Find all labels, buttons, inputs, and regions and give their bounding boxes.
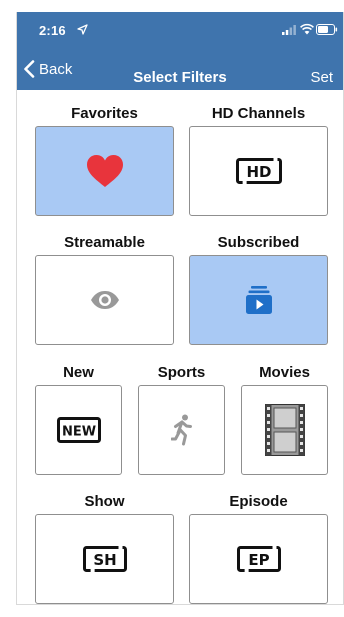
filter-label-new: New bbox=[63, 364, 94, 381]
filter-tile-favorites[interactable] bbox=[35, 126, 174, 216]
filter-tile-movies[interactable] bbox=[241, 385, 328, 475]
stacked-play-icon bbox=[245, 286, 272, 314]
eye-icon bbox=[90, 291, 119, 309]
filter-label-subscribed: Subscribed bbox=[217, 234, 300, 251]
top-bar: 2:16 Back Select Filters Set bbox=[17, 12, 343, 90]
wifi-icon bbox=[300, 23, 314, 35]
filter-tile-new[interactable]: NEW bbox=[35, 385, 122, 475]
ep-badge-text: EP bbox=[248, 551, 269, 569]
filter-tile-episode[interactable]: EP bbox=[189, 514, 328, 604]
new-badge-text: NEW bbox=[61, 425, 95, 440]
filter-tile-hd-channels[interactable]: HD bbox=[189, 126, 328, 216]
status-bar: 2:16 bbox=[17, 12, 343, 48]
set-button[interactable]: Set bbox=[310, 69, 333, 86]
ep-badge-icon: EP bbox=[236, 546, 281, 572]
filter-label-movies: Movies bbox=[259, 364, 310, 381]
signal-icon bbox=[282, 25, 296, 35]
filter-tile-subscribed[interactable] bbox=[189, 255, 328, 345]
running-figure-icon bbox=[170, 414, 192, 446]
sh-badge-icon: SH bbox=[82, 546, 127, 572]
app-screen: 2:16 Back Select Filters Set Favorites H… bbox=[16, 12, 344, 605]
hd-badge-text: HD bbox=[246, 163, 271, 181]
new-badge-icon: NEW bbox=[56, 417, 101, 443]
filter-label-hd-channels: HD Channels bbox=[211, 105, 306, 122]
filter-label-favorites: Favorites bbox=[71, 105, 138, 122]
location-arrow-icon bbox=[77, 24, 88, 35]
navigation-bar: Back Select Filters Set bbox=[17, 48, 343, 90]
status-time: 2:16 bbox=[39, 23, 66, 38]
filter-tile-sports[interactable] bbox=[138, 385, 225, 475]
filter-label-streamable: Streamable bbox=[64, 234, 145, 251]
filter-tile-streamable[interactable] bbox=[35, 255, 174, 345]
sh-badge-text: SH bbox=[93, 551, 116, 569]
heart-icon bbox=[86, 155, 123, 187]
page-title: Select Filters bbox=[133, 69, 227, 86]
filter-tile-show[interactable]: SH bbox=[35, 514, 174, 604]
hd-badge-icon: HD bbox=[235, 158, 282, 184]
film-strip-icon bbox=[264, 404, 305, 456]
filter-label-show: Show bbox=[84, 493, 125, 510]
battery-icon bbox=[316, 24, 338, 35]
filter-label-episode: Episode bbox=[229, 493, 288, 510]
filter-label-sports: Sports bbox=[157, 364, 206, 381]
